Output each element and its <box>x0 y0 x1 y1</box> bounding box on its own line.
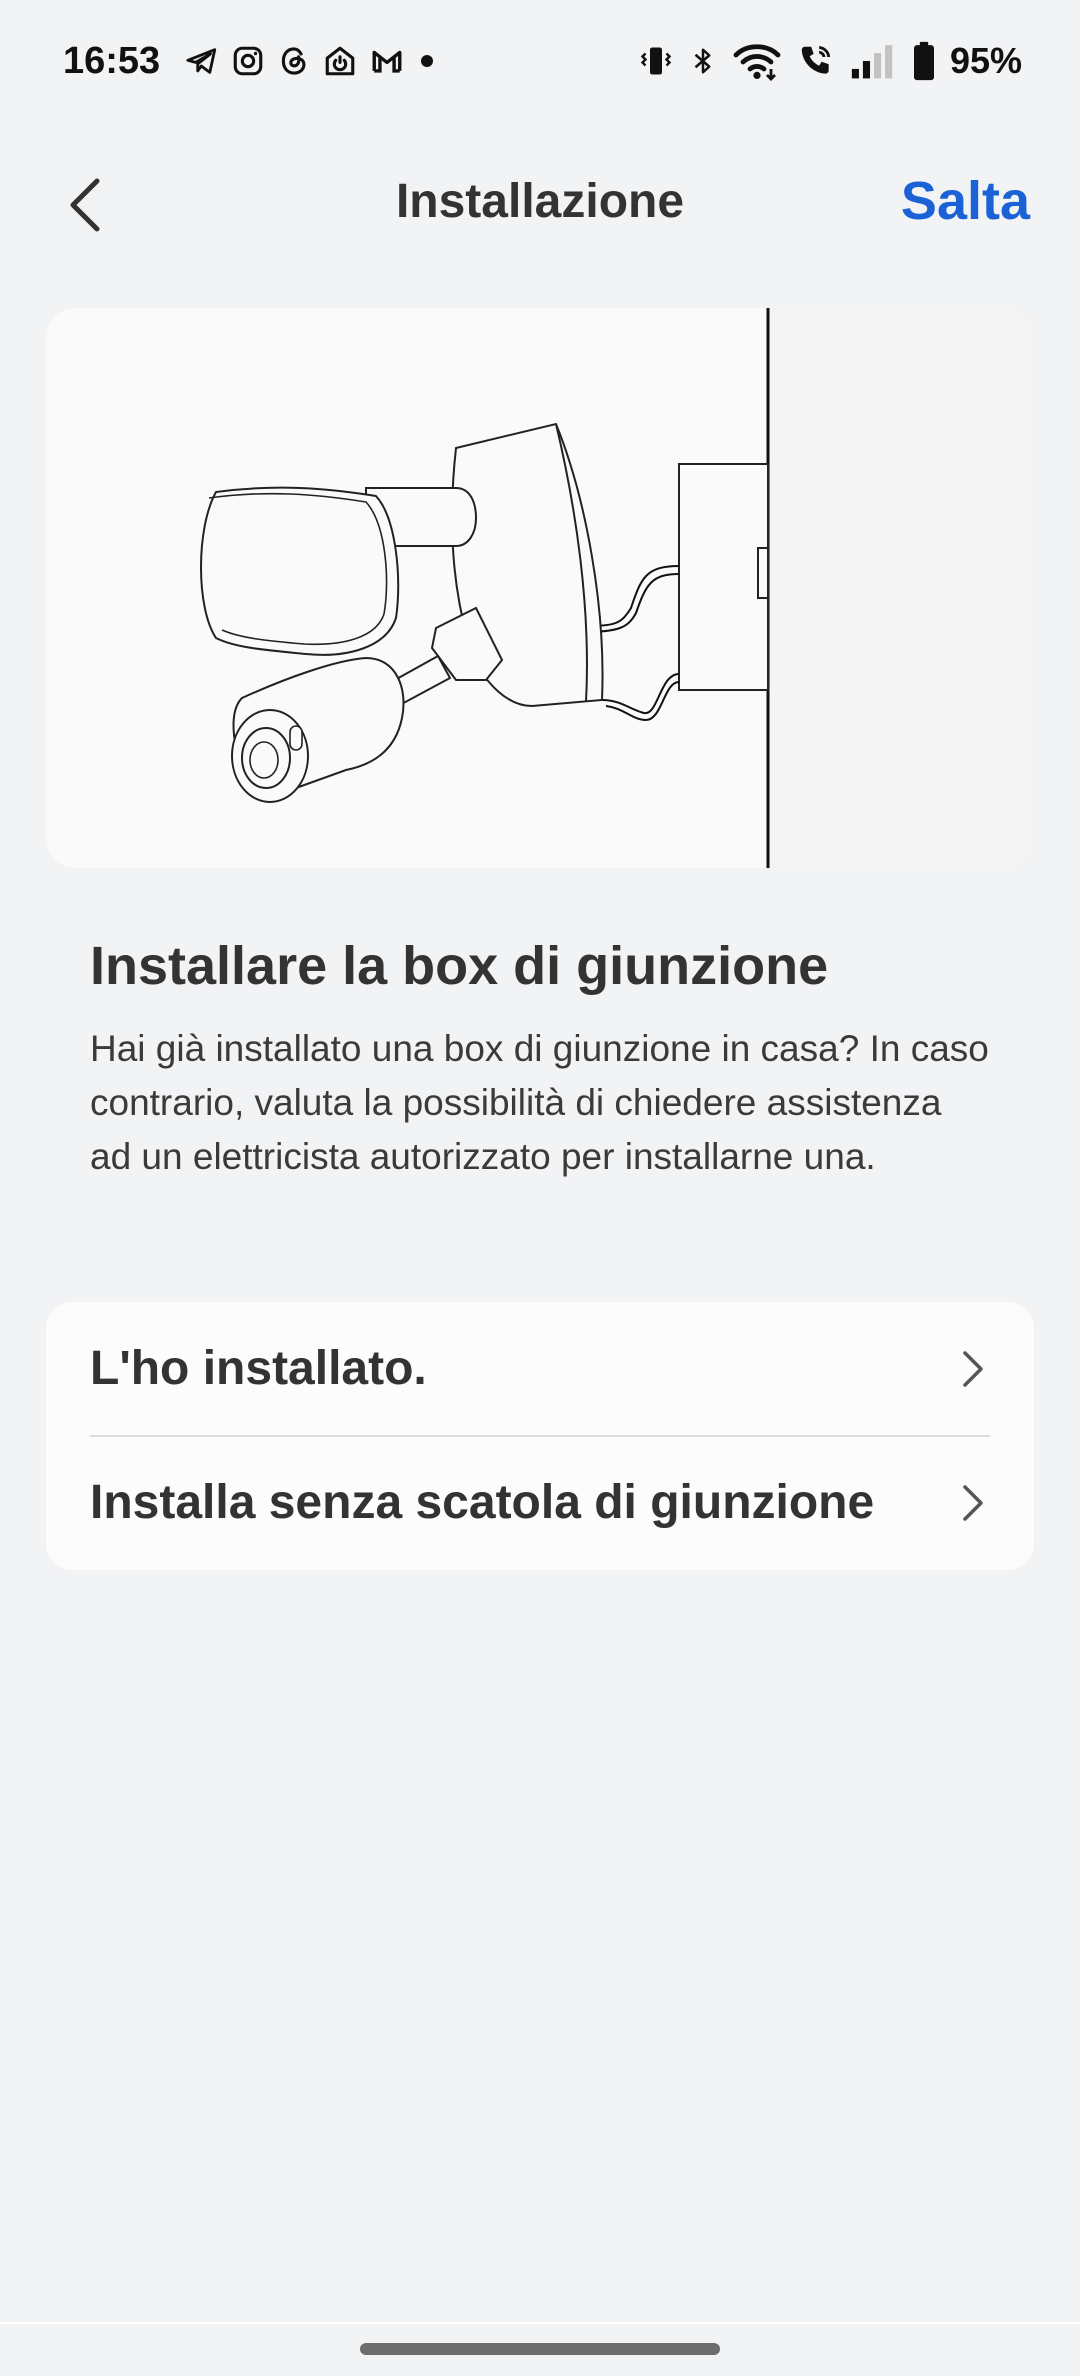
chevron-right-icon <box>963 1351 983 1387</box>
chevron-right-icon <box>963 1485 983 1521</box>
option-installed[interactable]: L'ho installato. <box>46 1302 1034 1436</box>
option-installed-label: L'ho installato. <box>90 1342 427 1395</box>
dot-icon <box>421 55 433 67</box>
navigation-bar-divider <box>0 2322 1080 2324</box>
status-time: 16:53 <box>63 40 161 82</box>
home-indicator[interactable] <box>360 2343 720 2355</box>
option-install-without-box-label: Installa senza scatola di giunzione <box>90 1476 875 1529</box>
notification-icons <box>185 44 437 78</box>
battery-percent: 95% <box>949 40 1022 81</box>
status-bar: 16:53 95% <box>0 0 1080 130</box>
wifi-icon <box>733 44 781 81</box>
battery-icon <box>913 41 934 81</box>
section-title: Installare la box di giunzione <box>90 936 829 996</box>
instagram-icon <box>233 46 263 76</box>
telegram-icon <box>186 48 217 74</box>
bluetooth-icon <box>694 48 711 74</box>
options-card: L'ho installato. Installa senza scatola … <box>46 1302 1034 1570</box>
gmail-icon <box>372 50 402 73</box>
floodlight-camera-illustration <box>200 308 1034 868</box>
header: Installazione Salta <box>0 150 1080 260</box>
wifi-call-icon <box>801 46 831 74</box>
option-install-without-box[interactable]: Installa senza scatola di giunzione <box>46 1436 1034 1570</box>
section-description: Hai già installato una box di giunzione … <box>90 1028 989 1177</box>
system-icons: 95% <box>638 40 1022 82</box>
home-app-icon <box>325 46 355 76</box>
junction-box-illustration <box>46 308 1034 868</box>
vibrate-icon <box>640 47 672 75</box>
skip-button[interactable]: Salta <box>901 170 1030 232</box>
threads-icon <box>281 47 306 75</box>
signal-icon <box>851 45 893 79</box>
